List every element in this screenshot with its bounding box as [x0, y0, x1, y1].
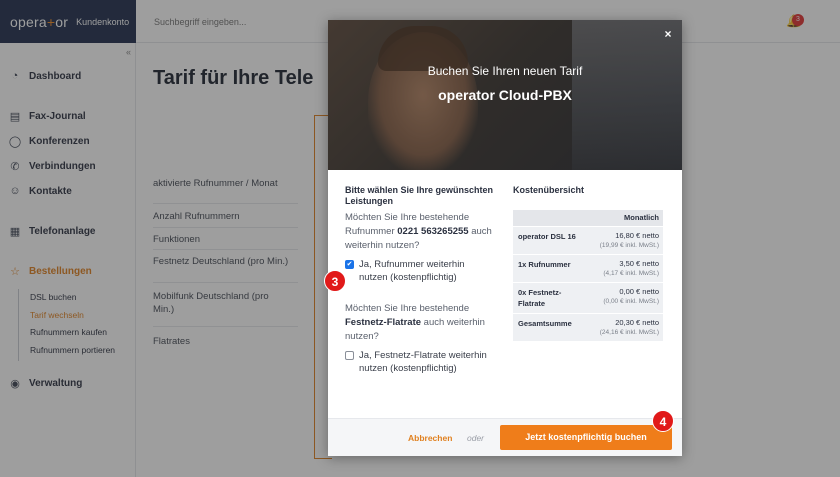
step-marker: 4 [652, 410, 674, 432]
question-flatrate: Möchten Sie Ihre bestehende Festnetz-Fla… [345, 302, 495, 344]
cost-net: 20,30 € netto [615, 318, 659, 327]
cost-table: Monatlich operator DSL 16 16,80 € netto (… [513, 210, 663, 341]
modal-subtitle: Buchen Sie Ihren neuen Tarif [427, 64, 583, 78]
cost-title: Kostenübersicht [513, 185, 585, 195]
cost-row-total: Gesamtsumme 20,30 € netto (24,16 € inkl. … [513, 313, 663, 341]
cost-gross: (24,16 € inkl. MwSt.) [599, 329, 659, 336]
cost-net: 0,00 € netto [619, 287, 659, 296]
modal-title: operator Cloud-PBX [438, 87, 572, 103]
option-keep-flatrate[interactable]: Ja, Festnetz-Flatrate weiterhin nutzen (… [345, 349, 495, 375]
question-text: Möchten Sie Ihre bestehende [345, 303, 470, 314]
hero-image: Buchen Sie Ihren neuen Tarif operator Cl… [328, 20, 682, 170]
booking-modal: Buchen Sie Ihren neuen Tarif operator Cl… [328, 20, 682, 456]
cost-row: 0x Festnetz-Flatrate 0,00 € netto (0,00 €… [513, 282, 663, 313]
close-icon[interactable]: × [662, 28, 674, 40]
cost-item-name: 1x Rufnummer [518, 260, 571, 269]
services-title: Bitte wählen Sie Ihre gewünschten Leistu… [345, 185, 494, 206]
cost-item-name: Gesamtsumme [518, 319, 572, 328]
modal-footer: Abbrechen oder Jetzt kostenpflichtig buc… [328, 418, 682, 456]
option-label: Ja, Rufnummer weiterhin nutzen (kostenpf… [359, 259, 465, 283]
cost-net: 3,50 € netto [619, 259, 659, 268]
cost-row: 1x Rufnummer 3,50 € netto (4,17 € inkl. M… [513, 254, 663, 282]
step-marker: 3 [324, 270, 346, 292]
services-column: Bitte wählen Sie Ihre gewünschten Leistu… [345, 185, 495, 375]
cost-gross: (0,00 € inkl. MwSt.) [603, 298, 659, 305]
cost-net: 16,80 € netto [615, 231, 659, 240]
question-number: Möchten Sie Ihre bestehende Rufnummer 02… [345, 211, 495, 253]
checkbox-keep-flatrate[interactable] [345, 351, 354, 360]
cost-item-name: 0x Festnetz-Flatrate [518, 288, 562, 308]
cost-row: operator DSL 16 16,80 € netto (19,99 € in… [513, 226, 663, 254]
flatrate-name: Festnetz-Flatrate [345, 317, 422, 328]
cost-overview: Kostenübersicht Monatlich operator DSL 1… [513, 185, 663, 341]
checkbox-keep-number[interactable]: ✔ [345, 260, 354, 269]
existing-number: 0221 563265255 [397, 226, 469, 237]
cost-header: Monatlich [513, 210, 663, 226]
cost-gross: (19,99 € inkl. MwSt.) [599, 242, 659, 249]
cost-item-name: operator DSL 16 [518, 232, 576, 241]
book-button[interactable]: Jetzt kostenpflichtig buchen [500, 425, 672, 450]
option-keep-number[interactable]: ✔ Ja, Rufnummer weiterhin nutzen (kosten… [345, 258, 495, 284]
cancel-button[interactable]: Abbrechen [408, 433, 452, 443]
option-label: Ja, Festnetz-Flatrate weiterhin nutzen (… [359, 350, 487, 374]
cost-gross: (4,17 € inkl. MwSt.) [603, 270, 659, 277]
or-label: oder [467, 433, 485, 443]
